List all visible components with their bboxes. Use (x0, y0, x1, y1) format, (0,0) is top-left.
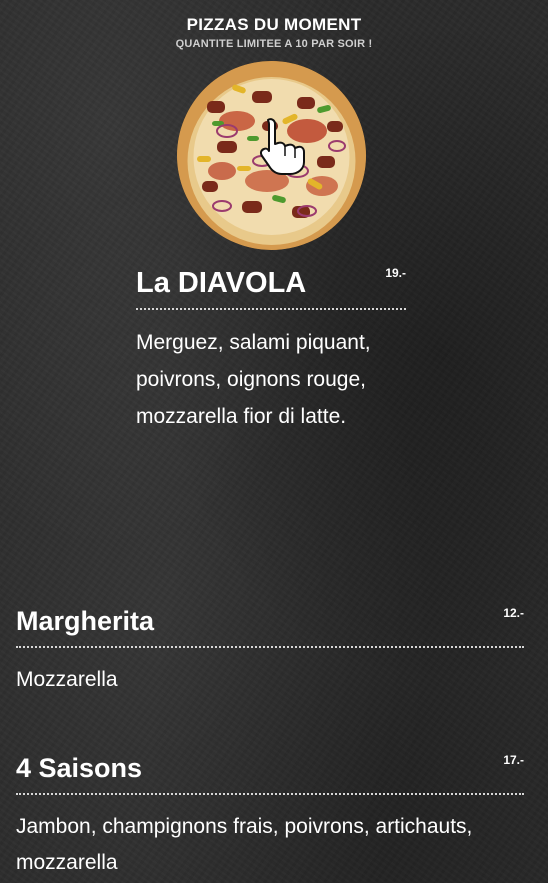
menu-item-header: 4 Saisons 17.- (16, 747, 524, 795)
menu-item-margherita: Margherita 12.- Mozzarella (16, 600, 524, 698)
featured-item: La DIAVOLA 19.- Merguez, salami piquant,… (136, 262, 406, 435)
special-subtitle: QUANTITE LIMITEE A 10 PAR SOIR ! (175, 38, 373, 50)
menu-item-price: 17.- (503, 753, 524, 767)
menu-item-4-saisons: 4 Saisons 17.- Jambon, champignons frais… (16, 747, 524, 881)
special-title: PIZZAS DU MOMENT (186, 15, 362, 34)
menu-item-name: 4 Saisons (16, 753, 143, 783)
special-section: PIZZAS DU MOMENT QUANTITE LIMITEE A 10 P… (0, 14, 548, 52)
menu-item-description: Jambon, champignons frais, poivrons, art… (16, 815, 473, 874)
menu-item-description: Mozzarella (16, 668, 118, 691)
pointing-hand-icon (259, 118, 305, 175)
featured-item-description: Merguez, salami piquant, poivrons, oigno… (136, 331, 371, 428)
menu-item-price: 12.- (503, 606, 524, 620)
menu-item-header: Margherita 12.- (16, 600, 524, 648)
featured-item-price: 19.- (385, 266, 406, 280)
menu-item-name: Margherita (16, 606, 155, 636)
featured-item-header: La DIAVOLA 19.- (136, 262, 406, 310)
featured-item-name: La DIAVOLA (136, 267, 307, 299)
